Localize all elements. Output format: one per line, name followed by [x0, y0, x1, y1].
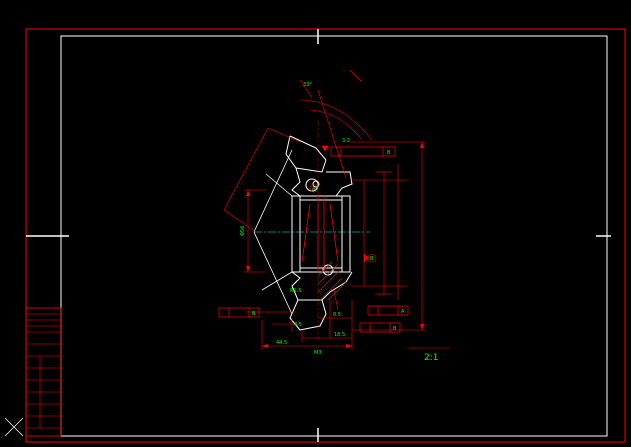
fcf3-datum: B — [393, 326, 397, 332]
bore-lines — [301, 196, 339, 272]
feature-control-frame-1: B — [330, 146, 396, 157]
inner-frame — [60, 35, 608, 437]
datum-label-b: B — [367, 253, 377, 263]
feature-control-frame-3: B — [359, 322, 401, 333]
datum-markers — [321, 145, 369, 263]
dim-bottom-1: 44.5 — [276, 340, 287, 346]
dim-bottom-3: 18.5 — [334, 332, 345, 338]
dim-bottom-4: 8.5 — [333, 312, 341, 318]
fcf2-datum: A — [401, 309, 405, 315]
title-block — [25, 307, 62, 437]
feature-control-frame-2: A — [367, 305, 409, 316]
outer-frame — [25, 28, 626, 443]
dim-ra-1: 3.2 — [342, 138, 350, 144]
scale-label: 2:1 — [424, 353, 438, 363]
svg-text:A: A — [312, 186, 316, 192]
dim-ra-2: R1.5 — [290, 288, 301, 294]
fcf1-datum: B — [387, 150, 391, 156]
fcf4-datum: B — [252, 311, 256, 317]
cad-drawing-canvas: B A B B A B 33° Φ56 44.5 M3 18.5 8.5 4.5… — [4, 28, 626, 443]
corner-cross-icon — [4, 417, 24, 437]
dim-bottom-2: M3 — [314, 350, 322, 356]
dim-left-diameter: Φ56 — [240, 226, 246, 236]
dim-top-angle: 33° — [303, 82, 312, 88]
svg-text:B: B — [370, 256, 374, 262]
feature-control-frame-4: B — [218, 307, 260, 318]
dim-bottom-5: 4.5 — [294, 322, 302, 328]
